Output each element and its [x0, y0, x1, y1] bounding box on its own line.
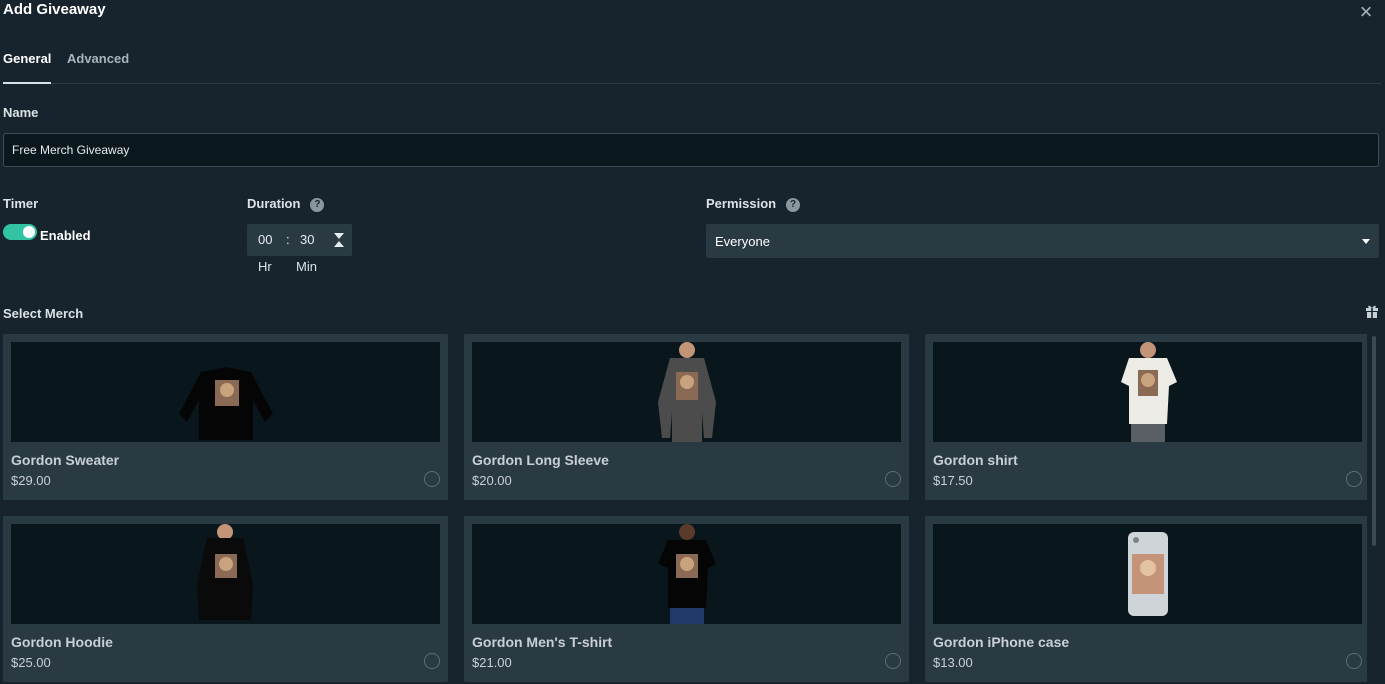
- duration-separator: :: [286, 232, 290, 247]
- merch-image: [11, 342, 440, 442]
- merch-radio[interactable]: [1346, 471, 1362, 487]
- permission-select[interactable]: Everyone: [706, 224, 1379, 258]
- select-merch-label: Select Merch: [3, 306, 84, 321]
- merch-card[interactable]: Gordon Sweater $29.00: [3, 334, 448, 500]
- dialog-title: Add Giveaway: [3, 1, 106, 18]
- merch-radio[interactable]: [885, 653, 901, 669]
- merch-radio[interactable]: [424, 471, 440, 487]
- merch-card[interactable]: Gordon Men's T-shirt $21.00: [464, 516, 909, 682]
- merch-price: $17.50: [933, 473, 973, 488]
- merch-card[interactable]: Gordon Hoodie $25.00: [3, 516, 448, 682]
- merch-name: Gordon Men's T-shirt: [472, 634, 613, 650]
- scrollbar[interactable]: [1370, 334, 1378, 684]
- timer-toggle[interactable]: [3, 224, 37, 240]
- duration-label-row: Duration?: [247, 196, 325, 212]
- merch-image: [933, 342, 1362, 442]
- toggle-knob: [23, 226, 35, 238]
- merch-radio[interactable]: [885, 471, 901, 487]
- merch-name: Gordon Long Sleeve: [472, 452, 609, 468]
- merch-price: $25.00: [11, 655, 51, 670]
- merch-image: [933, 524, 1362, 624]
- merch-card[interactable]: Gordon Long Sleeve $20.00: [464, 334, 909, 500]
- duration-input[interactable]: 00 : 30: [247, 224, 352, 256]
- spinner-icon[interactable]: [333, 232, 345, 248]
- help-icon[interactable]: ?: [786, 198, 801, 212]
- permission-label: Permission: [706, 196, 777, 211]
- merch-radio[interactable]: [424, 653, 440, 669]
- merch-card[interactable]: Gordon iPhone case $13.00: [925, 516, 1367, 682]
- scrollbar-thumb[interactable]: [1372, 336, 1376, 546]
- merch-name: Gordon Hoodie: [11, 634, 113, 650]
- merch-name: Gordon Sweater: [11, 452, 120, 468]
- timer-toggle-label: Enabled: [40, 228, 91, 243]
- name-input[interactable]: Free Merch Giveaway: [3, 133, 1379, 167]
- merch-image: [472, 524, 901, 624]
- merch-radio[interactable]: [1346, 653, 1362, 669]
- merch-name: Gordon shirt: [933, 452, 1018, 468]
- close-icon[interactable]: ×: [1356, 1, 1376, 23]
- permission-label-row: Permission?: [706, 196, 801, 212]
- tab-advanced[interactable]: Advanced: [67, 51, 129, 76]
- chevron-down-icon: [1362, 239, 1370, 244]
- merch-price: $20.00: [472, 473, 512, 488]
- name-label: Name: [3, 105, 39, 120]
- merch-price: $13.00: [933, 655, 973, 670]
- merch-price: $29.00: [11, 473, 51, 488]
- duration-minutes[interactable]: 30: [300, 232, 314, 247]
- merch-image: [472, 342, 901, 442]
- merch-grid: Gordon Sweater $29.00 Gordon Long Sleeve…: [3, 334, 1367, 684]
- permission-value: Everyone: [715, 234, 770, 249]
- merch-card[interactable]: Gordon shirt $17.50: [925, 334, 1367, 500]
- tab-bar: General Advanced: [3, 51, 1381, 84]
- merch-image: [11, 524, 440, 624]
- merch-name: Gordon iPhone case: [933, 634, 1070, 650]
- duration-hours[interactable]: 00: [258, 232, 272, 247]
- tab-general[interactable]: General: [3, 51, 52, 84]
- merch-price: $21.00: [472, 655, 512, 670]
- duration-label: Duration: [247, 196, 301, 211]
- timer-label: Timer: [3, 196, 39, 211]
- help-icon[interactable]: ?: [310, 198, 325, 212]
- gift-icon[interactable]: [1365, 304, 1379, 318]
- duration-min-label: Min: [296, 259, 317, 274]
- duration-hr-label: Hr: [258, 259, 272, 274]
